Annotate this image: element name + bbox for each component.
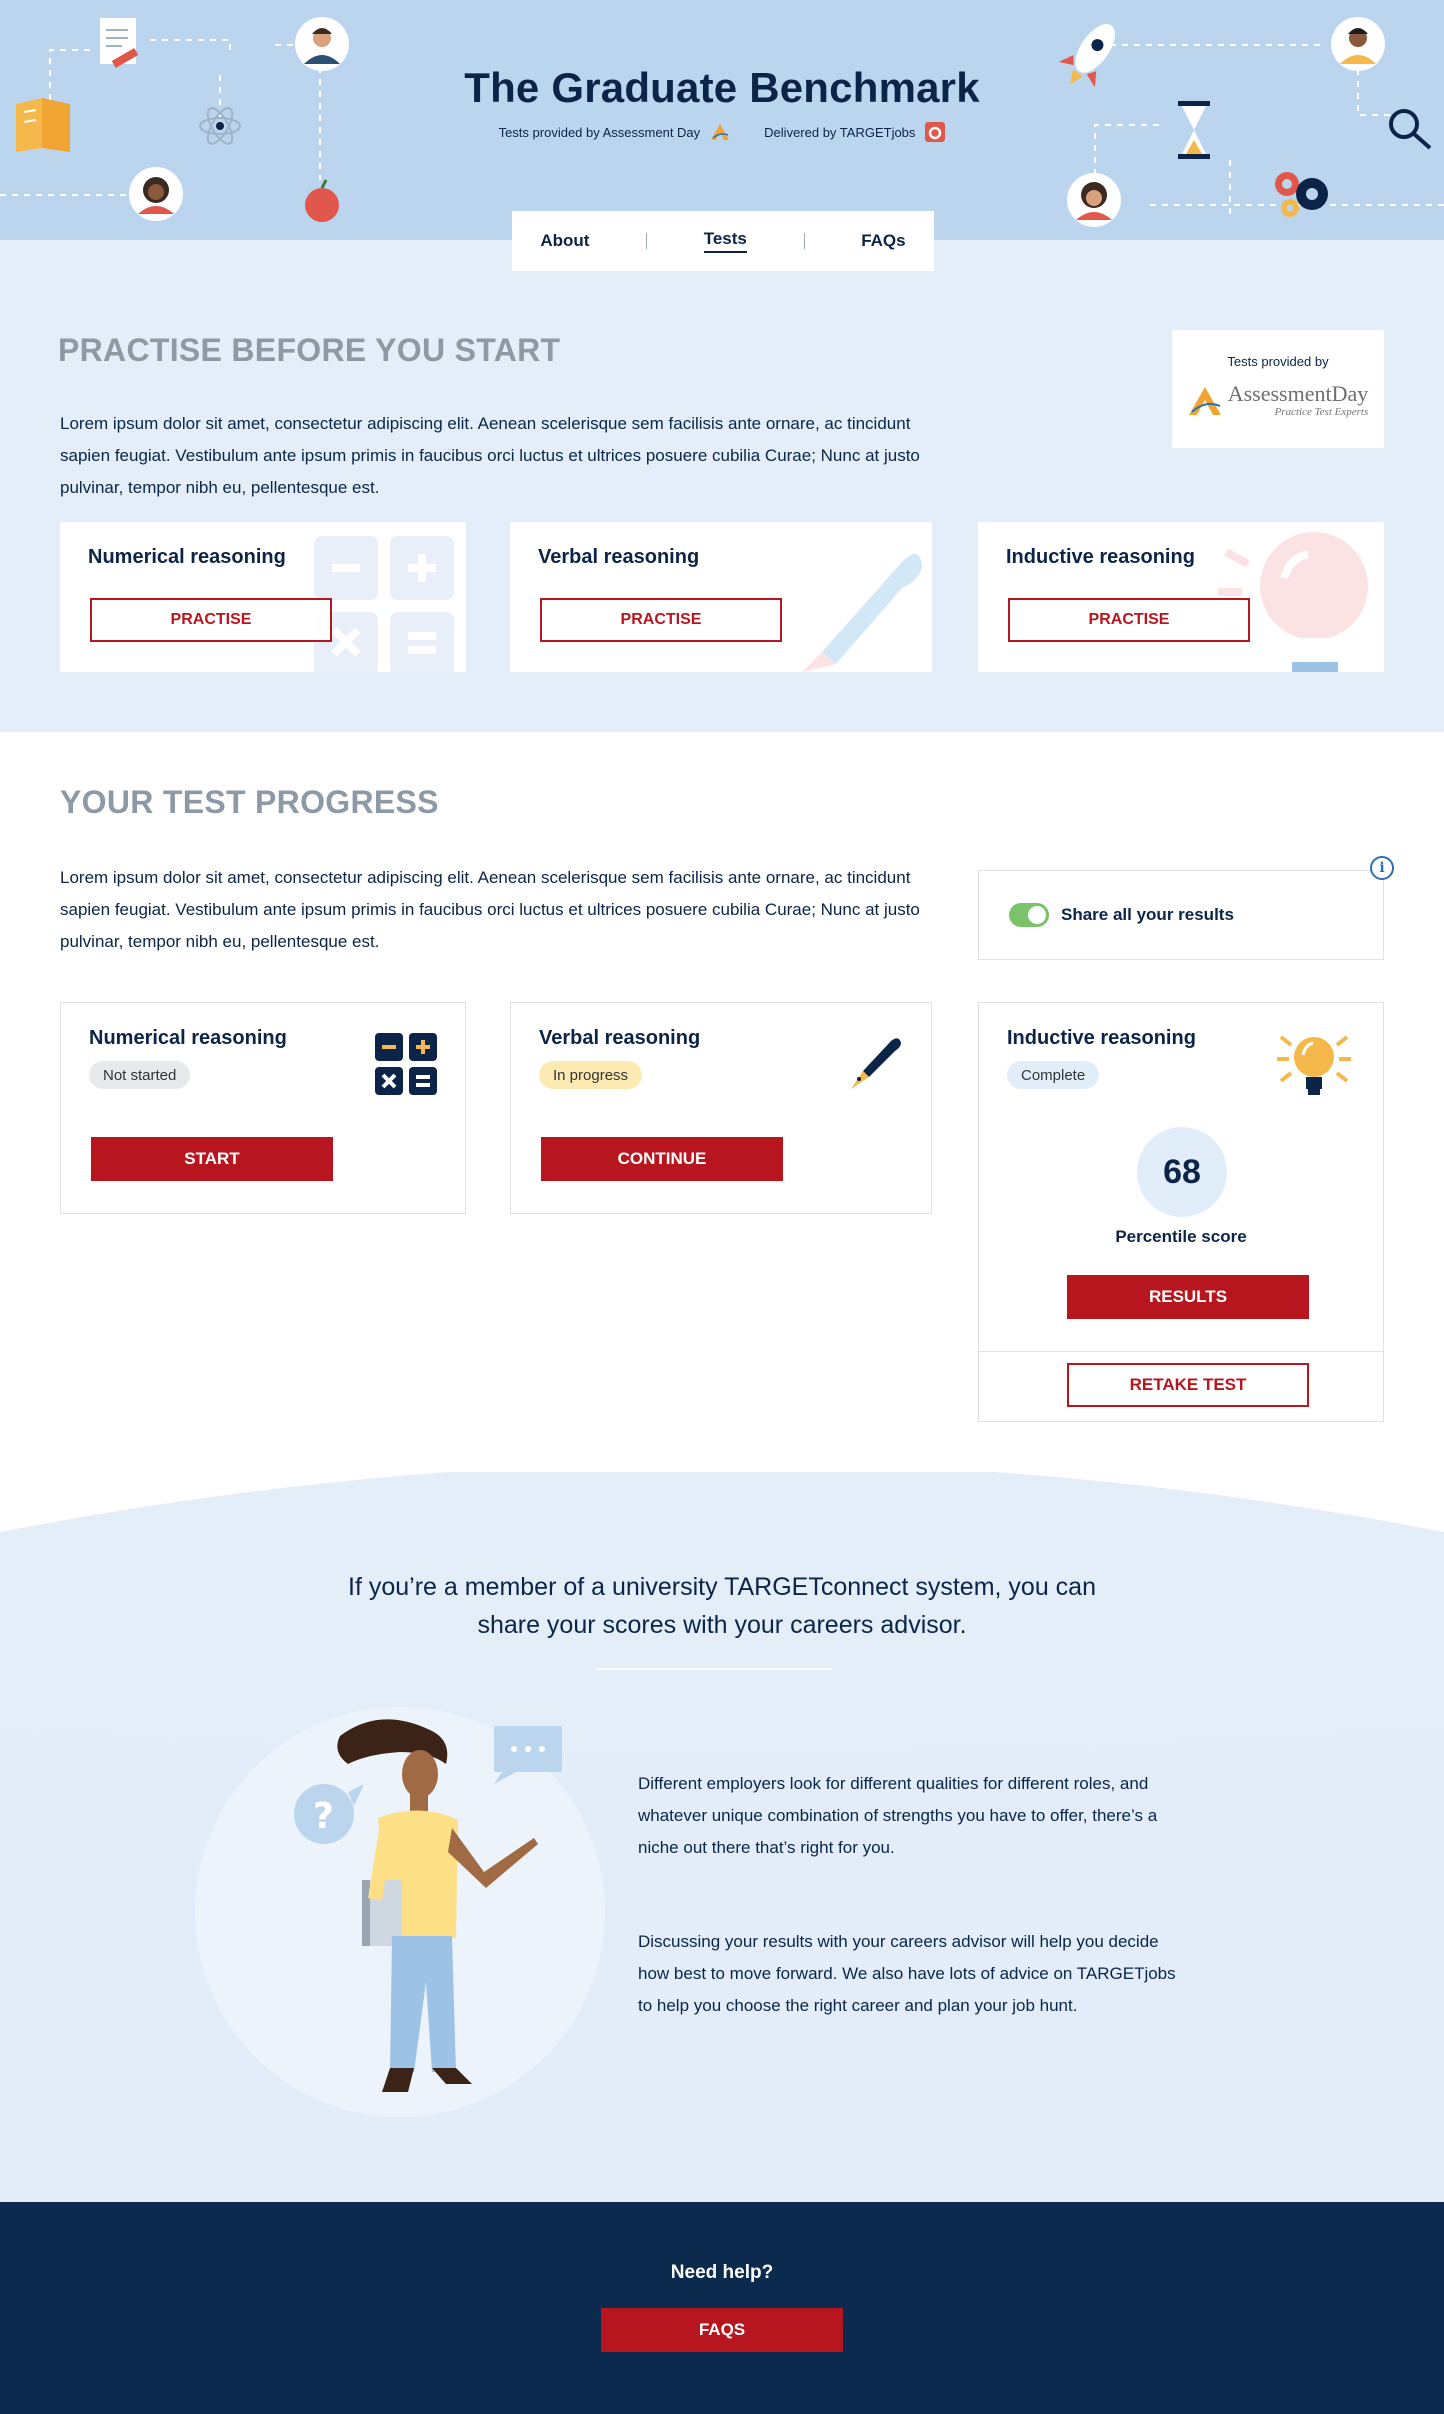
nav-separator [646,233,648,249]
practise-numerical-button[interactable]: PRACTISE [90,598,332,642]
test-card-verbal: Verbal reasoning In progress CONTINUE [510,1002,932,1214]
assessment-day-logo: AssessmentDay Practice Test Experts [1172,383,1384,418]
header-providers: Tests provided by Assessment Day Deliver… [0,122,1444,142]
connect-paragraph-1: Different employers look for different q… [638,1774,1158,1857]
lightbulb-icon [1277,1035,1351,1095]
practise-card-inductive: Inductive reasoning PRACTISE [978,522,1384,672]
provider-label: Tests provided by [1227,354,1329,369]
footer: Need help? FAQS [0,2202,1444,2414]
test-card-numerical: Numerical reasoning Not started START [60,1002,466,1214]
nav-tests[interactable]: Tests [703,229,747,253]
pen-icon [851,1038,901,1089]
assessment-day-logo-icon [1188,386,1221,415]
share-results-toggle[interactable] [1009,903,1049,927]
svg-text:?: ? [313,1796,334,1837]
targetconnect-headline: If you’re a member of a university TARGE… [348,1573,1096,1639]
calculator-icon [314,536,454,672]
percentile-score: 68 [1137,1127,1227,1217]
card-divider [979,1351,1383,1352]
practise-inductive-button[interactable]: PRACTISE [1008,598,1250,642]
targetjobs-logo-icon [925,122,946,142]
avatar-man-right-icon [1331,17,1385,71]
assessment-day-logo-icon [711,124,730,140]
progress-section: YOUR TEST PROGRESS Lorem ipsum dolor sit… [0,732,1444,1472]
avatar-woman-icon [129,167,183,221]
practise-section: PRACTISE BEFORE YOU START Lorem ipsum do… [0,240,1444,732]
calculator-icon [375,1033,437,1095]
practise-card-title: Verbal reasoning [538,546,700,568]
practise-card-title: Numerical reasoning [88,546,286,568]
avatar-man-icon [295,17,349,71]
info-icon[interactable]: i [1370,856,1394,880]
percentile-score-label: Percentile score [1115,1227,1247,1246]
connect-paragraph-2: Discussing your results with your career… [638,1932,1176,2015]
delivered-by-text: Delivered by TARGETjobs [764,124,916,140]
continue-button[interactable]: CONTINUE [541,1137,783,1181]
practise-card-verbal: Verbal reasoning PRACTISE [510,522,932,672]
header-banner: The Graduate Benchmark Tests provided by… [0,0,1444,240]
test-card-title: Inductive reasoning [1007,1027,1196,1049]
need-help-heading: Need help? [670,2262,774,2283]
results-button[interactable]: RESULTS [1067,1275,1309,1319]
speech-bubble-icon [494,1726,562,1784]
faqs-button[interactable]: FAQS [601,2308,843,2352]
document-icon [100,18,139,68]
pen-icon [802,553,922,672]
start-button[interactable]: START [91,1137,333,1181]
practise-card-title: Inductive reasoning [1006,546,1195,568]
practise-verbal-button[interactable]: PRACTISE [540,598,782,642]
provider-name: AssessmentDay [1227,381,1369,406]
student-illustration: ? [294,1719,562,2092]
practise-title: PRACTISE BEFORE YOU START [58,332,561,368]
status-badge: In progress [539,1061,643,1089]
page-title: The Graduate Benchmark [464,64,980,111]
status-badge: Complete [1007,1061,1100,1089]
targetconnect-section: If you’re a member of a university TARGE… [0,1472,1444,2202]
practise-card-numerical: Numerical reasoning PRACTISE [60,522,466,672]
tests-provided-by-text: Tests provided by Assessment Day [498,124,701,140]
headline-divider [596,1668,832,1670]
nav-faqs[interactable]: FAQs [861,231,905,251]
test-card-title: Numerical reasoning [89,1027,287,1049]
provider-box: Tests provided by AssessmentDay Practice… [1172,330,1384,448]
gears-icon [1275,172,1328,217]
provider-tagline: Practice Test Experts [1274,406,1369,418]
lightbulb-icon [1218,532,1368,672]
avatar-woman-right-icon [1067,173,1121,227]
share-results-box: Share all your results [978,870,1384,960]
status-badge: Not started [89,1061,191,1089]
nav-about[interactable]: About [540,231,589,251]
nav-separator [803,233,805,249]
share-results-label: Share all your results [1061,905,1234,924]
question-bubble-icon: ? [294,1784,364,1844]
retake-test-button[interactable]: RETAKE TEST [1067,1363,1309,1407]
main-nav: About Tests FAQs [512,211,934,271]
progress-intro: Lorem ipsum dolor sit amet, consectetur … [60,868,920,951]
test-card-inductive: Inductive reasoning Complete 68 Percenti… [978,1002,1384,1422]
apple-icon [305,179,339,222]
header-illustrations [0,17,1444,227]
practise-intro: Lorem ipsum dolor sit amet, consectetur … [60,414,920,497]
progress-title: YOUR TEST PROGRESS [60,784,439,820]
test-card-title: Verbal reasoning [539,1027,701,1049]
